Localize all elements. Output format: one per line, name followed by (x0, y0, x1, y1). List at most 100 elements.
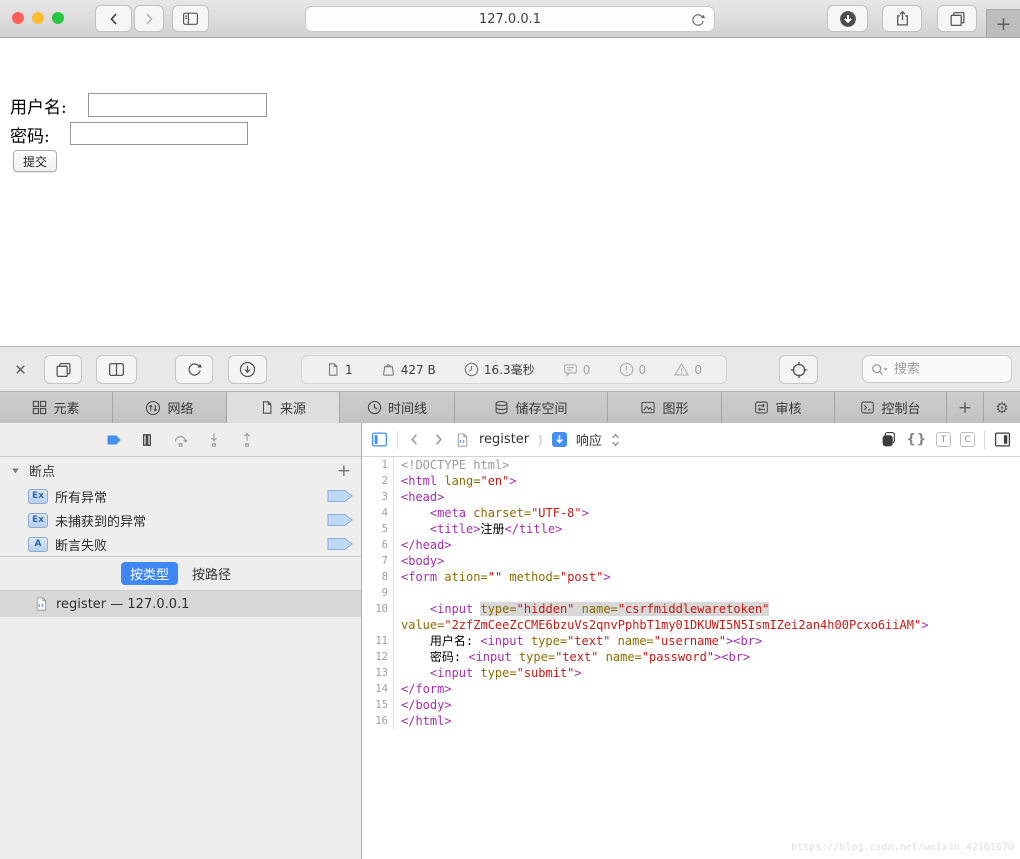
history-forward-icon[interactable] (431, 432, 446, 447)
line-number[interactable]: 2 (362, 473, 394, 489)
breakpoint-toggle-icon[interactable] (327, 488, 353, 504)
tab-elements[interactable]: 元素 (0, 392, 113, 423)
breadcrumb-resource[interactable]: register (479, 432, 529, 447)
download-page-button[interactable] (228, 355, 267, 384)
address-bar[interactable]: 127.0.0.1 (305, 6, 715, 32)
breakpoint-item[interactable]: Ex未捕获到的异常 (0, 508, 361, 532)
left-panel-toggle-icon[interactable] (371, 431, 388, 448)
line-number[interactable]: 7 (362, 553, 394, 569)
line-number[interactable]: 5 (362, 521, 394, 537)
type-profiler-icon[interactable]: T (936, 432, 951, 447)
reload-icon[interactable] (690, 12, 706, 28)
settings-tab-button[interactable]: ⚙ (984, 392, 1020, 423)
breakpoint-item[interactable]: A断言失败 (0, 532, 361, 556)
line-content: <html lang="en"> (394, 473, 517, 489)
close-inspector-button[interactable] (8, 357, 32, 381)
back-button[interactable] (95, 5, 132, 32)
line-number[interactable]: 12 (362, 649, 394, 665)
image-icon (640, 400, 656, 415)
new-tab-button[interactable]: + (986, 9, 1020, 38)
tab-timeline[interactable]: 时间线 (340, 392, 455, 423)
breakpoint-toggle-icon[interactable] (327, 536, 353, 552)
dock-side-button[interactable] (96, 355, 137, 384)
inspector-tab-bar: 元素网络 来源 时间线储存空间图形审核 控制台 + ⚙ (0, 392, 1020, 423)
line-number[interactable]: 14 (362, 681, 394, 697)
breakpoints-section-header[interactable]: 断点 + (0, 457, 361, 484)
chevron-left-icon (106, 11, 122, 27)
step-into-icon[interactable] (206, 432, 222, 448)
line-number[interactable]: 6 (362, 537, 394, 553)
line-number[interactable]: 10 (362, 601, 394, 617)
share-button[interactable] (882, 5, 922, 32)
line-number[interactable]: 8 (362, 569, 394, 585)
reload-page-button[interactable] (175, 355, 213, 384)
line-number[interactable]: 1 (362, 457, 394, 473)
debugger-sidebar: 断点 + Ex所有异常Ex未捕获到的异常A断言失败 按类型按路径 registe… (0, 423, 362, 859)
divider (984, 431, 985, 449)
inspector-search-field[interactable] (862, 355, 1012, 383)
resources-list: register — 127.0.0.1 (0, 591, 361, 617)
downloads-button[interactable] (827, 5, 868, 32)
history-back-icon[interactable] (407, 432, 422, 447)
step-over-icon[interactable] (172, 432, 189, 448)
tab-console[interactable]: 控制台 (835, 392, 947, 423)
tab-graphics[interactable]: 图形 (608, 392, 722, 423)
tab-storage[interactable]: 储存空间 (455, 392, 608, 423)
breakpoint-badge: Ex (28, 489, 48, 504)
search-icon (870, 362, 890, 377)
line-number[interactable]: 13 (362, 665, 394, 681)
breadcrumb-view[interactable]: 响应 (576, 430, 602, 449)
local-override-icon[interactable] (880, 431, 897, 448)
line-number[interactable] (362, 617, 394, 633)
breakpoints-enable-icon[interactable] (106, 432, 122, 448)
group-by-active[interactable]: 按类型 (121, 562, 178, 585)
breakpoint-toggle-icon[interactable] (327, 512, 353, 528)
share-icon (894, 10, 911, 27)
close-window-button[interactable] (12, 12, 24, 24)
resource-row[interactable]: register — 127.0.0.1 (0, 591, 361, 617)
line-number[interactable]: 4 (362, 505, 394, 521)
minimize-window-button[interactable] (32, 12, 44, 24)
warning-triangle-icon (674, 362, 689, 377)
line-number[interactable]: 16 (362, 713, 394, 729)
right-panel-toggle-icon[interactable] (994, 431, 1011, 448)
line-content: 密码: <input type="text" name="password"><… (394, 649, 750, 665)
line-content: <meta charset="UTF-8"> (394, 505, 589, 521)
pause-icon[interactable] (139, 432, 155, 448)
tab-audit[interactable]: 审核 (722, 392, 835, 423)
load-time: 16.3毫秒 (464, 361, 535, 378)
tab-network[interactable]: 网络 (113, 392, 227, 423)
code-line: 9 (362, 585, 1020, 601)
line-number[interactable]: 11 (362, 633, 394, 649)
submit-button[interactable]: 提交 (13, 150, 57, 172)
code-coverage-icon[interactable]: C (960, 432, 975, 447)
log-count: 0 (563, 362, 591, 377)
tab-label: 控制台 (881, 398, 920, 417)
line-number[interactable]: 15 (362, 697, 394, 713)
breakpoint-label: 断言失败 (55, 535, 107, 554)
disclosure-triangle-icon[interactable] (10, 465, 21, 476)
search-input[interactable] (894, 362, 1004, 377)
code-line: 16</html> (362, 713, 1020, 729)
tab-sources[interactable]: 来源 (227, 392, 340, 423)
element-picker-button[interactable] (779, 355, 818, 384)
pretty-print-icon[interactable]: {} (906, 432, 927, 447)
forward-button[interactable] (134, 5, 164, 32)
sidebar-toggle-button[interactable] (172, 5, 209, 32)
username-input[interactable] (88, 93, 267, 117)
console-icon (860, 400, 875, 415)
tab-label: 来源 (280, 398, 306, 417)
password-input[interactable] (70, 122, 248, 145)
line-number[interactable]: 9 (362, 585, 394, 601)
detach-inspector-button[interactable] (44, 355, 82, 384)
line-number[interactable]: 3 (362, 489, 394, 505)
zoom-window-button[interactable] (52, 12, 64, 24)
stepper-icon[interactable] (611, 432, 620, 448)
add-breakpoint-button[interactable]: + (337, 461, 351, 481)
step-out-icon[interactable] (239, 432, 255, 448)
line-content: <title>注册</title> (394, 521, 562, 537)
group-by-option[interactable]: 按路径 (183, 562, 240, 585)
breakpoint-item[interactable]: Ex所有异常 (0, 484, 361, 508)
add-tab-button[interactable]: + (947, 392, 984, 423)
show-tabs-button[interactable] (937, 5, 977, 32)
